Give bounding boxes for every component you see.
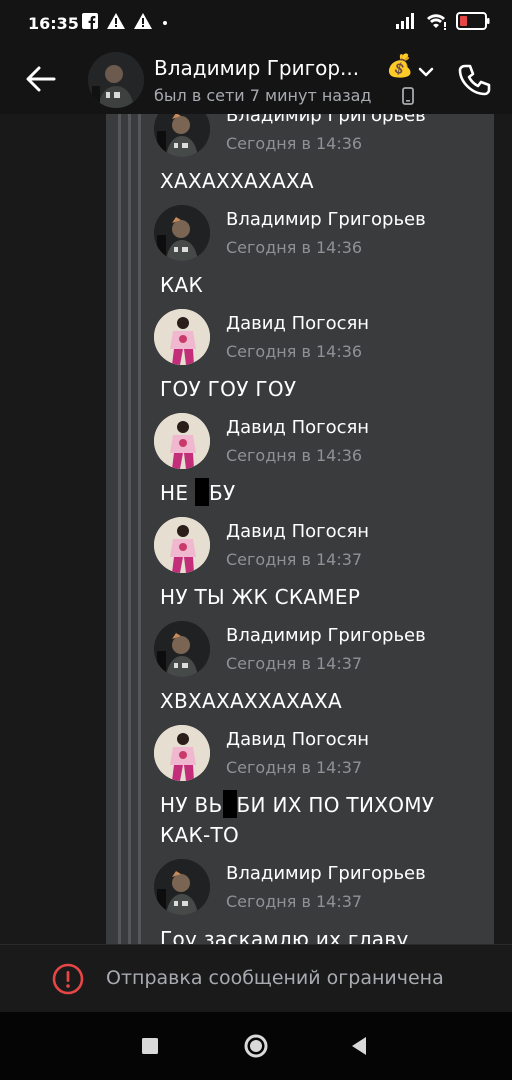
message-time: Сегодня в 14:36 — [226, 134, 363, 153]
message-text-part: БУ — [208, 481, 236, 505]
chevron-down-icon[interactable] — [416, 62, 436, 82]
warning-circle-icon — [52, 963, 84, 995]
sender-name[interactable]: Владимир Григорьев — [226, 114, 426, 126]
message-text: ГОУ ГОУ ГОУ — [160, 377, 297, 401]
sender-avatar[interactable] — [154, 413, 210, 469]
sender-avatar[interactable] — [154, 621, 210, 677]
sender-name[interactable]: Давид Погосян — [226, 417, 369, 438]
message-time: Сегодня в 14:37 — [226, 550, 363, 569]
message-time: Сегодня в 14:37 — [226, 892, 363, 911]
home-circle-icon[interactable] — [242, 1032, 270, 1060]
back-arrow-icon[interactable] — [24, 62, 58, 96]
system-navigation-bar — [0, 1012, 512, 1080]
signal-icon — [396, 13, 414, 29]
censor-block — [222, 790, 237, 818]
status-time: 16:35 — [28, 14, 79, 33]
message-time: Сегодня в 14:37 — [226, 654, 363, 673]
sender-name[interactable]: Давид Погосян — [226, 729, 369, 750]
last-seen-status: был в сети 7 минут назад — [154, 86, 372, 105]
message-time: Сегодня в 14:36 — [226, 238, 363, 257]
sender-avatar[interactable] — [154, 205, 210, 261]
recents-square-icon[interactable] — [136, 1032, 164, 1060]
message-text-part: НУ ВЬ — [160, 793, 223, 817]
sender-name[interactable]: Владимир Григорьев — [226, 625, 426, 646]
sender-avatar[interactable] — [154, 114, 210, 157]
system-icons — [396, 12, 490, 30]
contact-name[interactable]: Владимир Григор... — [154, 56, 359, 80]
alert-triangle-icon — [134, 13, 152, 29]
message-text: НУ ТЫ ЖК СКАМЕР — [160, 585, 361, 609]
notification-icons — [82, 13, 169, 29]
alert-triangle-icon — [107, 13, 125, 29]
message-time: Сегодня в 14:36 — [226, 342, 363, 361]
sender-avatar[interactable] — [154, 725, 210, 781]
moneybag-emoji: 💰 — [386, 54, 414, 79]
message-text-part: НЕ — [160, 481, 195, 505]
sender-avatar[interactable] — [154, 517, 210, 573]
status-bar: 16:35 — [0, 0, 512, 48]
facebook-icon — [82, 13, 98, 29]
sender-avatar[interactable] — [154, 309, 210, 365]
message-text: ХАХАХХАХАХА — [160, 169, 314, 193]
chat-header: Владимир Григор... 💰 был в сети 7 минут … — [0, 48, 512, 114]
back-triangle-icon[interactable] — [346, 1032, 374, 1060]
sender-name[interactable]: Владимир Григорьев — [226, 863, 426, 884]
message-text: КАК — [160, 273, 203, 297]
message-input-restriction: Отправка сообщений ограничена — [0, 944, 512, 1013]
message-text: ХВХАХАХХАХАХА — [160, 689, 342, 713]
message-list: Владимир Григорьев Сегодня в 14:36 ХАХАХХА… — [106, 114, 494, 944]
sender-name[interactable]: Давид Погосян — [226, 521, 369, 542]
sender-name[interactable]: Владимир Григорьев — [226, 209, 426, 230]
wifi-icon — [427, 14, 446, 30]
message-time: Сегодня в 14:37 — [226, 758, 363, 777]
censor-block — [194, 478, 209, 506]
sender-name[interactable]: Давид Погосян — [226, 313, 369, 334]
battery-icon — [456, 12, 490, 30]
dot-icon — [163, 21, 167, 25]
message-text: НУ ВЬ БИ ИХ ПО ТИХОМУ КАК-ТО — [160, 790, 490, 850]
sender-avatar[interactable] — [154, 859, 210, 915]
contact-avatar[interactable] — [88, 52, 144, 108]
restriction-text: Отправка сообщений ограничена — [106, 967, 444, 989]
message-text: НЕ БУ — [160, 478, 490, 508]
message-time: Сегодня в 14:36 — [226, 446, 363, 465]
phone-call-icon[interactable] — [456, 62, 492, 98]
message-text: Гоу заскамлю их главу — [160, 927, 409, 944]
forwarded-messages-block[interactable]: Владимир Григорьев Сегодня в 14:36 ХАХАХХА… — [106, 114, 494, 944]
mobile-device-icon — [402, 87, 414, 105]
